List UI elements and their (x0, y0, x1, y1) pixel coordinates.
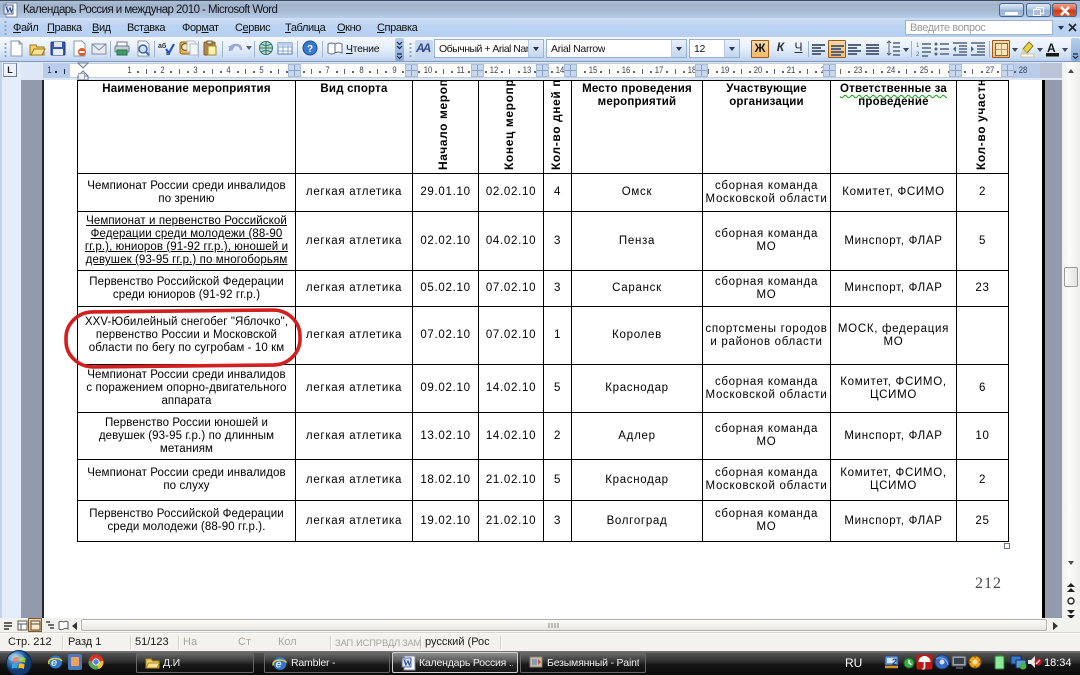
svg-text:2: 2 (892, 657, 897, 667)
svg-text:?: ? (307, 44, 313, 55)
svg-text:2: 2 (916, 52, 920, 58)
svg-text:W: W (403, 658, 412, 668)
svg-text:1: 1 (916, 43, 920, 49)
svg-text:А: А (1047, 41, 1056, 55)
svg-text:аб: аб (158, 42, 167, 50)
svg-text:W: W (5, 5, 14, 15)
